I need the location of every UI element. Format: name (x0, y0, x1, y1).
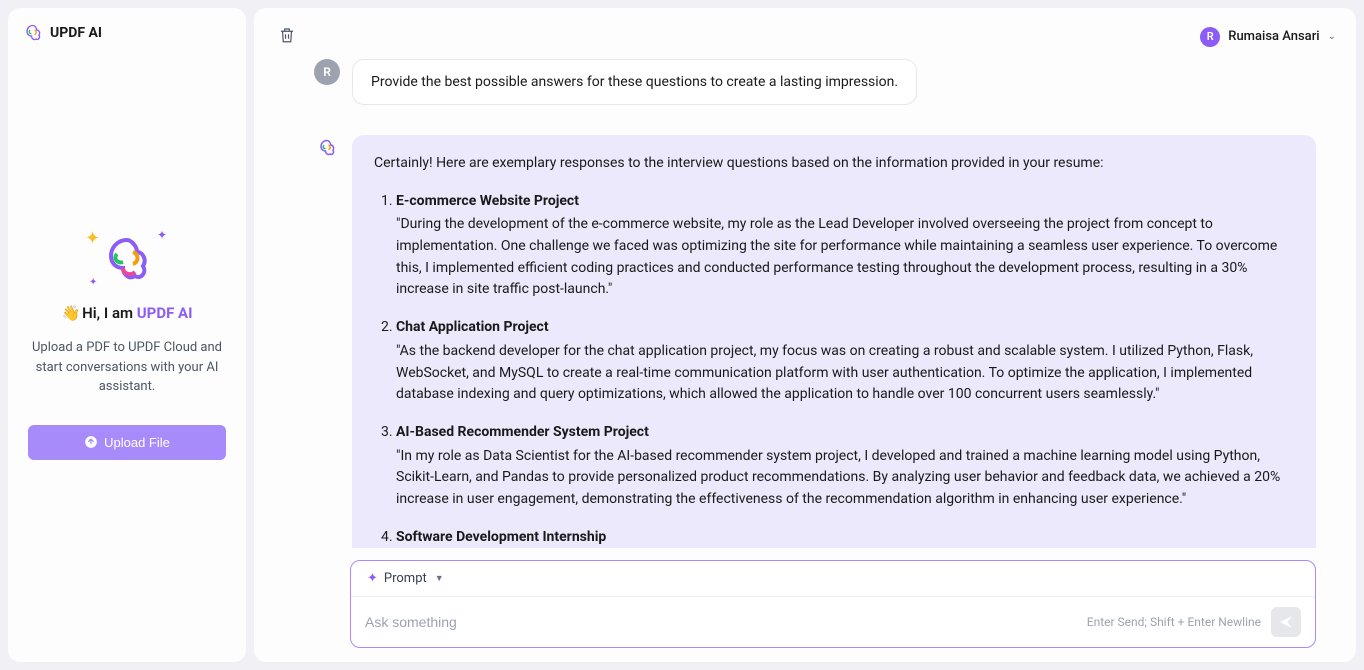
prompt-selector[interactable]: ✦ Prompt ▼ (351, 561, 1315, 597)
user-message-avatar: R (314, 59, 340, 85)
input-area: ✦ Prompt ▼ Enter Send; Shift + Enter New… (310, 548, 1356, 662)
prompt-label: Prompt (384, 571, 427, 586)
user-message-row: R Provide the best possible answers for … (314, 59, 1316, 105)
list-item-title: AI-Based Recommender System Project (396, 424, 649, 440)
list-item-title: E-commerce Website Project (396, 193, 579, 209)
updf-logo-large-icon: ✦ ✦ ✦ (103, 236, 151, 284)
list-item-body: "In my role as Data Scientist for the AI… (396, 446, 1294, 511)
list-item: Chat Application Project "As the backend… (396, 317, 1294, 406)
list-item-body: "During the development of the e-commerc… (396, 214, 1294, 301)
upload-button-label: Upload File (104, 435, 170, 450)
greeting-ai-name: UPDF AI (137, 304, 193, 322)
list-item: Software Development Internship (396, 527, 1294, 548)
list-item-body: "As the backend developer for the chat a… (396, 341, 1294, 406)
sparkle-icon: ✦ (157, 228, 167, 242)
input-row: Enter Send; Shift + Enter Newline (351, 597, 1315, 647)
message-input[interactable] (365, 614, 1087, 630)
upload-file-button[interactable]: Upload File (28, 425, 226, 460)
sidebar: UPDF AI ✦ ✦ ✦ 👋Hi, I am UPDF AI Upload a… (8, 8, 246, 662)
input-hint: Enter Send; Shift + Enter Newline (1087, 615, 1261, 629)
brand-name: UPDF AI (50, 25, 102, 41)
user-message-bubble: Provide the best possible answers for th… (352, 59, 917, 105)
main-panel: R Rumaisa Ansari ⌄ R Provide the best po… (254, 8, 1356, 662)
sparkle-icon: ✦ (89, 277, 97, 288)
main-header: R Rumaisa Ansari ⌄ (254, 8, 1356, 59)
send-icon (1278, 614, 1294, 630)
input-box: ✦ Prompt ▼ Enter Send; Shift + Enter New… (350, 560, 1316, 648)
wave-icon: 👋 (61, 304, 80, 322)
user-menu[interactable]: R Rumaisa Ansari ⌄ (1200, 27, 1336, 47)
ai-message-bubble: Certainly! Here are exemplary responses … (352, 135, 1316, 548)
trash-icon (278, 26, 296, 44)
ai-message-avatar (314, 135, 340, 161)
list-item-title: Chat Application Project (396, 319, 549, 335)
ai-answer-list: E-commerce Website Project "During the d… (374, 191, 1294, 548)
sidebar-intro: ✦ ✦ ✦ 👋Hi, I am UPDF AI Upload a PDF to … (24, 50, 230, 646)
updf-logo-icon (24, 24, 42, 42)
chat-scroll-area[interactable]: R Provide the best possible answers for … (254, 59, 1356, 548)
list-item-title: Software Development Internship (396, 529, 606, 545)
list-item: E-commerce Website Project "During the d… (396, 191, 1294, 301)
ai-message-row: Certainly! Here are exemplary responses … (314, 135, 1316, 548)
caret-down-icon: ▼ (435, 573, 444, 584)
sidebar-description: Upload a PDF to UPDF Cloud and start con… (28, 338, 226, 397)
greeting-text: 👋Hi, I am UPDF AI (61, 304, 192, 322)
delete-button[interactable] (274, 22, 300, 51)
list-item: AI-Based Recommender System Project "In … (396, 422, 1294, 511)
user-name-label: Rumaisa Ansari (1228, 29, 1319, 44)
ai-intro-text: Certainly! Here are exemplary responses … (374, 153, 1294, 175)
sidebar-header: UPDF AI (24, 24, 230, 42)
greeting-prefix: Hi, I am (82, 304, 137, 322)
sparkle-icon: ✦ (367, 571, 378, 586)
send-button[interactable] (1271, 607, 1301, 637)
user-avatar: R (1200, 27, 1220, 47)
chevron-down-icon: ⌄ (1328, 31, 1336, 42)
sparkle-icon: ✦ (85, 228, 100, 249)
upload-icon (84, 435, 98, 449)
